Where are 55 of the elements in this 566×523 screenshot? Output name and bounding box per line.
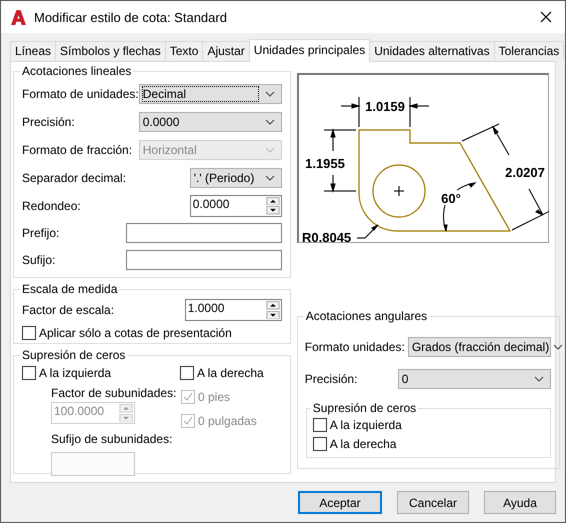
checkbox[interactable]: A la izquierda xyxy=(312,415,542,434)
group-title: Supresión de ceros xyxy=(312,401,418,415)
field-label: Precisión: xyxy=(304,372,358,386)
angle-arc xyxy=(442,182,476,232)
dropdown[interactable]: 0.0000 xyxy=(138,112,282,132)
hole-circle xyxy=(372,164,426,218)
tab[interactable]: Líneas xyxy=(10,41,56,61)
dialog-button[interactable]: Ayuda xyxy=(484,491,556,514)
field-label: Sufijo: xyxy=(22,252,56,266)
spin-field[interactable]: 1.0000 xyxy=(184,299,282,321)
field-label: Redondeo: xyxy=(22,198,82,212)
checkbox[interactable]: Aplicar sólo a cotas de presentación xyxy=(22,324,282,342)
dimension-label: 60° xyxy=(440,191,461,206)
dropdown[interactable]: Decimal xyxy=(138,84,282,104)
window-title: Modificar estilo de cota: Standard xyxy=(34,10,228,24)
field-label: Formato de unidades: xyxy=(22,87,139,101)
dimension-label: 2.0207 xyxy=(504,165,545,180)
dialog-button[interactable]: Aceptar xyxy=(298,491,382,514)
checkbox[interactable]: A la izquierda xyxy=(22,364,172,382)
spin-field[interactable]: 0.0000 xyxy=(190,194,282,216)
field-label: Prefijo: xyxy=(22,226,60,240)
chevron-down-icon xyxy=(264,91,275,97)
dropdown[interactable]: '.' (Periodo) xyxy=(190,168,282,188)
tab[interactable]: Unidades principales xyxy=(248,39,370,62)
close-icon[interactable] xyxy=(540,11,552,23)
field-label: Factor de escala: xyxy=(22,303,116,317)
leader-line xyxy=(356,224,378,238)
chevron-down-icon xyxy=(553,344,564,350)
field-label: Precisión: xyxy=(22,115,76,129)
checkbox[interactable]: A la derecha xyxy=(312,434,542,453)
dimension-label: 1.1955 xyxy=(304,156,345,171)
field-label: Sufijo de subunidades: xyxy=(51,432,172,446)
text-field[interactable] xyxy=(126,250,282,270)
chevron-down-icon xyxy=(264,147,275,153)
center-mark xyxy=(393,186,404,196)
chevron-down-icon xyxy=(534,376,544,382)
dimension-label: R0.8045 xyxy=(302,230,351,243)
text-field[interactable] xyxy=(126,222,282,242)
checkbox[interactable]: A la derecha xyxy=(180,364,264,382)
dropdown[interactable]: 0 xyxy=(398,369,551,389)
field-label: Formato de fracción: xyxy=(22,143,134,157)
check-icon xyxy=(183,392,193,402)
dialog-button[interactable]: Cancelar xyxy=(397,491,469,514)
app-logo-icon xyxy=(10,8,27,26)
dimension-label: 1.0159 xyxy=(364,99,405,114)
group-title: Supresión de ceros xyxy=(21,348,126,362)
tab[interactable]: Tolerancias xyxy=(494,41,564,61)
field-label: Formato unidades: xyxy=(304,340,405,354)
chevron-down-icon xyxy=(264,119,275,125)
group-title: Acotaciones angulares xyxy=(304,309,428,323)
group-title: Acotaciones lineales xyxy=(21,64,132,78)
chevron-down-icon xyxy=(264,175,275,181)
field-label: Separador decimal: xyxy=(22,171,128,185)
check-icon xyxy=(183,416,193,426)
group-title: Escala de medida xyxy=(21,282,118,296)
